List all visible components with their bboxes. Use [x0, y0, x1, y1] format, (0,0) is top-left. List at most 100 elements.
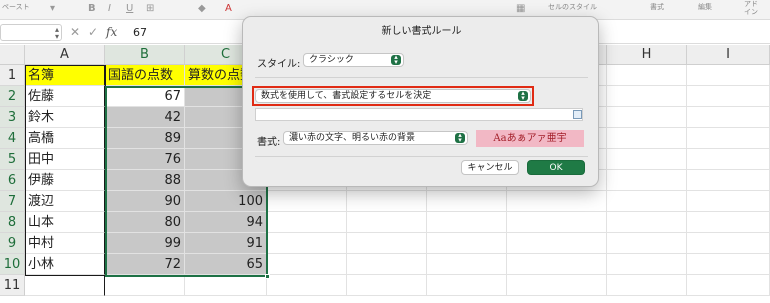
cell-empty[interactable] [687, 212, 770, 233]
cell-empty[interactable] [25, 275, 105, 296]
cell-empty[interactable] [427, 254, 507, 275]
cell-empty[interactable] [427, 212, 507, 233]
cell-math-score[interactable]: 94 [185, 212, 267, 233]
font-color-icon[interactable]: A [225, 3, 232, 14]
cell-empty[interactable] [185, 275, 267, 296]
cell-empty[interactable] [607, 107, 687, 128]
column-header-i[interactable]: I [687, 45, 770, 65]
enter-formula-icon[interactable]: ✓ [88, 25, 98, 39]
name-box-stepper-icon[interactable]: ▴ ▾ [55, 26, 59, 41]
style-popup[interactable]: クラシック ▴ ▾ [303, 53, 404, 67]
row-header[interactable]: 9 [0, 233, 25, 254]
cancel-button[interactable]: キャンセル [461, 160, 519, 175]
row-header[interactable]: 4 [0, 128, 25, 149]
cell-empty[interactable] [105, 275, 185, 296]
cell-japanese-score[interactable]: 42 [105, 107, 185, 128]
underline-icon[interactable]: U [126, 3, 133, 14]
cell-empty[interactable] [347, 233, 427, 254]
cell-empty[interactable] [687, 254, 770, 275]
cancel-formula-icon[interactable]: ✕ [70, 25, 80, 39]
cell-empty[interactable] [347, 191, 427, 212]
cell-empty[interactable] [687, 191, 770, 212]
styles-icon[interactable]: ▦ [516, 3, 525, 14]
cell-empty[interactable] [607, 212, 687, 233]
cell-empty[interactable] [607, 86, 687, 107]
cell-empty[interactable] [687, 170, 770, 191]
italic-icon[interactable]: I [108, 3, 111, 14]
cell-empty[interactable] [687, 107, 770, 128]
cell-empty[interactable] [507, 191, 607, 212]
cell-empty[interactable] [607, 275, 687, 296]
row-header[interactable]: 8 [0, 212, 25, 233]
format-label[interactable]: 書式 [650, 2, 664, 12]
cell-empty[interactable] [347, 275, 427, 296]
cell-japanese-score[interactable]: 90 [105, 191, 185, 212]
cell-empty[interactable] [507, 275, 607, 296]
cell-empty[interactable] [267, 233, 347, 254]
fill-handle[interactable] [265, 274, 270, 279]
cell-empty[interactable] [507, 254, 607, 275]
cell-empty[interactable] [347, 212, 427, 233]
cell-empty[interactable] [687, 275, 770, 296]
row-header[interactable]: 2 [0, 86, 25, 107]
clipboard-icon[interactable]: ▾ [50, 3, 55, 14]
cell-math-score[interactable]: 65 [185, 254, 267, 275]
cell-japanese-score[interactable]: 88 [105, 170, 185, 191]
column-header-h[interactable]: H [607, 45, 687, 65]
cell-empty[interactable] [267, 212, 347, 233]
cell-japanese-score[interactable]: 72 [105, 254, 185, 275]
cell-empty[interactable] [607, 233, 687, 254]
row-header[interactable]: 3 [0, 107, 25, 128]
cell-empty[interactable] [607, 254, 687, 275]
cell-a1[interactable]: 名簿 [25, 65, 105, 86]
cell-japanese-score[interactable]: 67 [105, 86, 185, 107]
cell-name[interactable]: 佐藤 [25, 86, 105, 107]
cell-japanese-score[interactable]: 99 [105, 233, 185, 254]
cell-japanese-score[interactable]: 76 [105, 149, 185, 170]
row-header[interactable]: 10 [0, 254, 25, 275]
cell-empty[interactable] [687, 128, 770, 149]
insert-function-icon[interactable]: fx [106, 25, 117, 39]
paste-label[interactable]: ペースト [2, 2, 30, 12]
format-popup[interactable]: 濃い赤の文字、明るい赤の背景 ▴ ▾ [283, 131, 468, 145]
row-header[interactable]: 11 [0, 275, 25, 296]
cell-empty[interactable] [347, 254, 427, 275]
cell-empty[interactable] [687, 86, 770, 107]
cell-styles-label[interactable]: セルのスタイル [548, 2, 597, 12]
cell-name[interactable]: 鈴木 [25, 107, 105, 128]
cell-math-score[interactable]: 100 [185, 191, 267, 212]
cell-empty[interactable] [607, 128, 687, 149]
formula-input[interactable] [255, 108, 583, 121]
column-header-a[interactable]: A [25, 45, 105, 65]
cell-japanese-score[interactable]: 80 [105, 212, 185, 233]
collapse-dialog-icon[interactable] [573, 110, 582, 119]
cell-empty[interactable] [687, 65, 770, 86]
cell-empty[interactable] [427, 233, 507, 254]
cell-empty[interactable] [427, 275, 507, 296]
cell-b1[interactable]: 国語の点数 [105, 65, 185, 86]
select-all-corner[interactable] [0, 45, 25, 65]
cell-empty[interactable] [607, 149, 687, 170]
cell-name[interactable]: 小林 [25, 254, 105, 275]
cell-empty[interactable] [267, 191, 347, 212]
cell-empty[interactable] [607, 170, 687, 191]
cell-name[interactable]: 田中 [25, 149, 105, 170]
cell-japanese-score[interactable]: 89 [105, 128, 185, 149]
formula-value[interactable]: 67 [133, 26, 147, 39]
row-header[interactable]: 1 [0, 65, 25, 86]
row-header[interactable]: 6 [0, 170, 25, 191]
ok-button[interactable]: OK [527, 160, 585, 175]
cell-empty[interactable] [427, 191, 507, 212]
cell-name[interactable]: 山本 [25, 212, 105, 233]
column-header-b[interactable]: B [105, 45, 185, 65]
cell-empty[interactable] [687, 233, 770, 254]
cell-empty[interactable] [267, 254, 347, 275]
addin-label[interactable]: アド イン [744, 0, 758, 16]
cell-name[interactable]: 高橋 [25, 128, 105, 149]
border-icon[interactable]: ⊞ [146, 3, 154, 14]
cell-empty[interactable] [687, 149, 770, 170]
fill-color-icon[interactable]: ◆ [198, 3, 206, 14]
bold-icon[interactable]: B [88, 3, 96, 14]
cell-empty[interactable] [507, 212, 607, 233]
cell-name[interactable]: 伊藤 [25, 170, 105, 191]
